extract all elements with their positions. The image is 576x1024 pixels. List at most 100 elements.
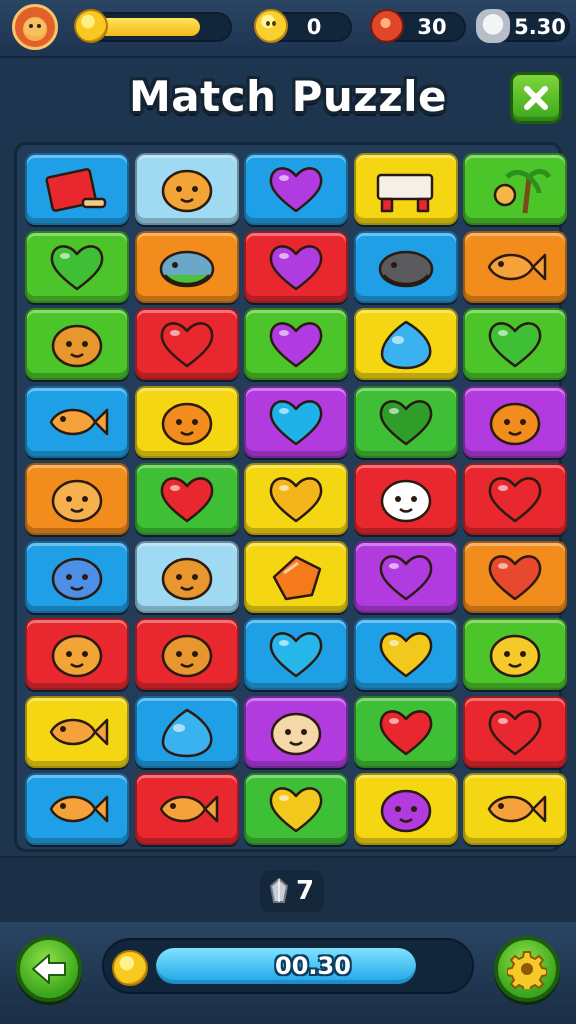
puzzle-board xyxy=(14,142,567,852)
island-icon xyxy=(493,169,551,214)
board-tile[interactable] xyxy=(353,463,458,535)
board-tile[interactable] xyxy=(25,618,129,690)
moves-strip: 7 xyxy=(0,856,576,922)
board-tile[interactable] xyxy=(25,773,129,845)
duck-icon xyxy=(489,634,541,678)
board-tile[interactable] xyxy=(463,618,567,690)
board-tile[interactable] xyxy=(134,540,239,613)
fish-icon xyxy=(487,795,547,823)
board-tile[interactable] xyxy=(244,773,348,845)
board-tile[interactable] xyxy=(463,153,567,225)
heart-icon xyxy=(269,322,323,368)
cat-icon xyxy=(380,479,431,523)
board-tile[interactable] xyxy=(244,308,348,380)
smiley-coin-icon xyxy=(254,9,288,43)
board-tile[interactable] xyxy=(25,153,129,225)
board-tile[interactable] xyxy=(134,230,239,303)
board-tile[interactable] xyxy=(353,308,458,380)
desk-icon xyxy=(376,173,433,213)
close-button[interactable] xyxy=(510,72,562,124)
board-tile[interactable] xyxy=(244,618,348,690)
heart-icon xyxy=(269,632,323,678)
board-tile[interactable] xyxy=(134,308,239,380)
board-tile[interactable] xyxy=(463,773,567,845)
board-tile[interactable] xyxy=(353,618,458,690)
heart-icon xyxy=(269,167,323,213)
board-tile[interactable] xyxy=(134,153,239,225)
board-tile[interactable] xyxy=(244,230,348,303)
lion-icon xyxy=(161,169,212,213)
board-tile[interactable] xyxy=(463,230,567,303)
heart-icon xyxy=(269,244,323,290)
board-tile[interactable] xyxy=(353,540,458,613)
heart-icon xyxy=(379,632,432,678)
board-tile[interactable] xyxy=(353,230,458,303)
board-tile[interactable] xyxy=(25,463,129,535)
back-button[interactable] xyxy=(16,936,82,1002)
heart-icon xyxy=(488,554,542,600)
blob-icon xyxy=(161,708,212,757)
smiles-count: 0 xyxy=(306,15,322,39)
settings-button[interactable] xyxy=(494,936,560,1002)
mole-icon xyxy=(378,250,433,287)
heart-icon xyxy=(488,709,542,755)
ruby-count: 30 xyxy=(417,15,447,39)
board-tile[interactable] xyxy=(25,230,129,303)
board-tile[interactable] xyxy=(353,695,458,768)
board-tile[interactable] xyxy=(463,695,567,768)
board-tile[interactable] xyxy=(25,540,129,613)
blob-icon xyxy=(380,320,431,370)
game-title: Match Puzzle xyxy=(128,72,448,121)
timer-text: 00.30 xyxy=(275,952,351,980)
board-tile[interactable] xyxy=(25,695,129,768)
close-icon xyxy=(524,86,548,110)
heart-icon xyxy=(160,477,213,523)
board-tile[interactable] xyxy=(134,463,239,535)
board-tile[interactable] xyxy=(134,773,239,845)
heart-icon xyxy=(488,322,542,368)
hamster-icon xyxy=(161,634,212,678)
board-tile[interactable] xyxy=(244,463,348,535)
timer-coin-icon xyxy=(112,950,148,986)
board-tile[interactable] xyxy=(463,385,567,458)
heart-icon xyxy=(269,477,323,523)
board-tile[interactable] xyxy=(25,308,129,380)
board-tile[interactable] xyxy=(463,308,567,380)
hamster-icon xyxy=(51,324,103,368)
hedgehog-icon xyxy=(270,712,322,755)
lion-avatar-icon[interactable] xyxy=(12,4,58,50)
board-tile[interactable] xyxy=(353,153,458,225)
arrow-left-icon xyxy=(32,954,66,984)
title-area: Match Puzzle xyxy=(0,60,576,140)
board-tile[interactable] xyxy=(463,540,567,613)
ruby-icon xyxy=(370,9,404,43)
board-tile[interactable] xyxy=(244,695,348,768)
heart-icon xyxy=(379,399,432,445)
board-tile[interactable] xyxy=(353,773,458,845)
hamster-icon xyxy=(161,557,212,600)
top-hud: 0 30 5.30 xyxy=(0,0,576,58)
board-tile[interactable] xyxy=(134,385,239,458)
gear-icon xyxy=(507,951,547,989)
timer-bar: 00.30 xyxy=(102,938,474,994)
board-tile[interactable] xyxy=(353,385,458,458)
heart-icon xyxy=(379,709,432,755)
board-tile[interactable] xyxy=(244,385,348,458)
fish-icon xyxy=(49,795,109,823)
moves-badge: 7 xyxy=(260,870,324,912)
moves-count: 7 xyxy=(295,876,315,906)
board-tile[interactable] xyxy=(134,695,239,768)
heart-icon xyxy=(379,554,432,600)
heart-icon xyxy=(488,477,542,523)
board-tile[interactable] xyxy=(463,463,567,535)
board-tile[interactable] xyxy=(244,153,348,225)
dino-icon xyxy=(489,402,541,445)
hippo-icon xyxy=(380,789,431,833)
board-tile[interactable] xyxy=(25,385,129,458)
fish-icon xyxy=(159,795,218,823)
heart-icon xyxy=(269,399,323,445)
board-tile[interactable] xyxy=(244,540,348,613)
seal-icon xyxy=(159,250,214,287)
board-tile[interactable] xyxy=(134,618,239,690)
coin-icon xyxy=(74,9,108,43)
